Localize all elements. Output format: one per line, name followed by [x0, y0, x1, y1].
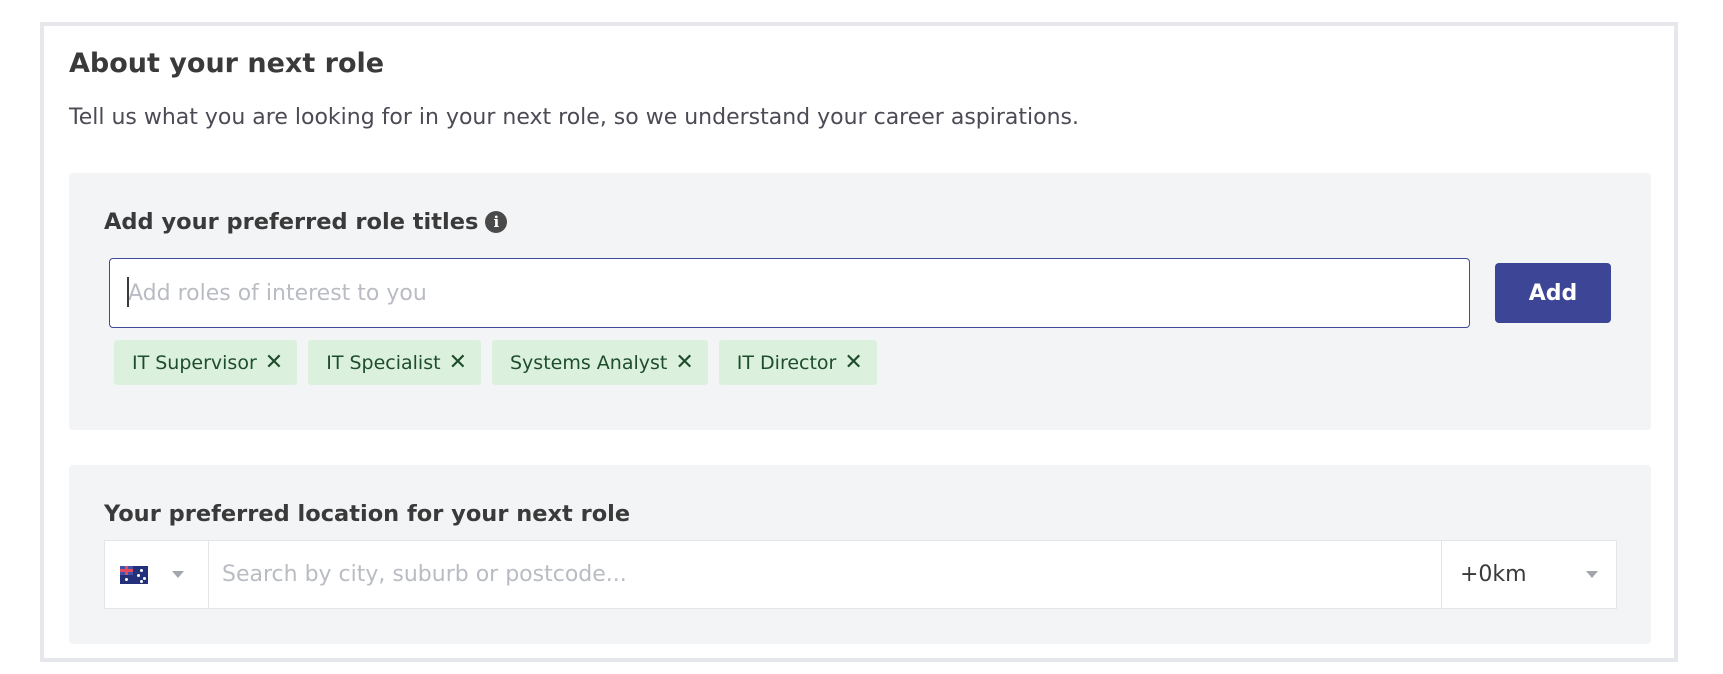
section-title: About your next role [69, 48, 385, 79]
location-search-row: +0km [104, 540, 1617, 609]
role-chip-label: IT Supervisor [132, 351, 257, 374]
role-titles-label-row: Add your preferred role titles i [104, 209, 508, 235]
info-icon[interactable]: i [485, 211, 508, 233]
australia-flag-icon [120, 565, 148, 584]
role-chip: IT Supervisor ✕ [114, 340, 298, 385]
location-search-input[interactable] [209, 541, 1441, 608]
role-chip-label: IT Director [736, 351, 837, 374]
role-chip-list: IT Supervisor ✕ IT Specialist ✕ Systems … [114, 340, 877, 385]
location-label: Your preferred location for your next ro… [104, 501, 631, 527]
role-chip-label: Systems Analyst [510, 351, 668, 374]
remove-chip-icon[interactable]: ✕ [449, 351, 467, 374]
add-role-button[interactable]: Add [1495, 263, 1611, 323]
chevron-down-icon [172, 571, 184, 578]
text-cursor [127, 277, 129, 307]
radius-value: +0km [1460, 562, 1527, 587]
location-panel: Your preferred location for your next ro… [69, 465, 1651, 644]
section-subtitle: Tell us what you are looking for in your… [69, 105, 1079, 130]
role-titles-label: Add your preferred role titles [104, 209, 479, 235]
role-chip: Systems Analyst ✕ [492, 340, 708, 385]
country-select[interactable] [105, 541, 209, 608]
chevron-down-icon [1586, 571, 1598, 578]
role-chip-label: IT Specialist [326, 351, 441, 374]
remove-chip-icon[interactable]: ✕ [844, 351, 862, 374]
radius-select[interactable]: +0km [1441, 541, 1616, 608]
remove-chip-icon[interactable]: ✕ [675, 351, 693, 374]
role-chip: IT Specialist ✕ [308, 340, 481, 385]
role-chip: IT Director ✕ [718, 340, 877, 385]
role-title-input[interactable] [109, 258, 1470, 328]
remove-chip-icon[interactable]: ✕ [265, 351, 283, 374]
role-titles-panel: Add your preferred role titles i Add IT … [69, 173, 1651, 430]
